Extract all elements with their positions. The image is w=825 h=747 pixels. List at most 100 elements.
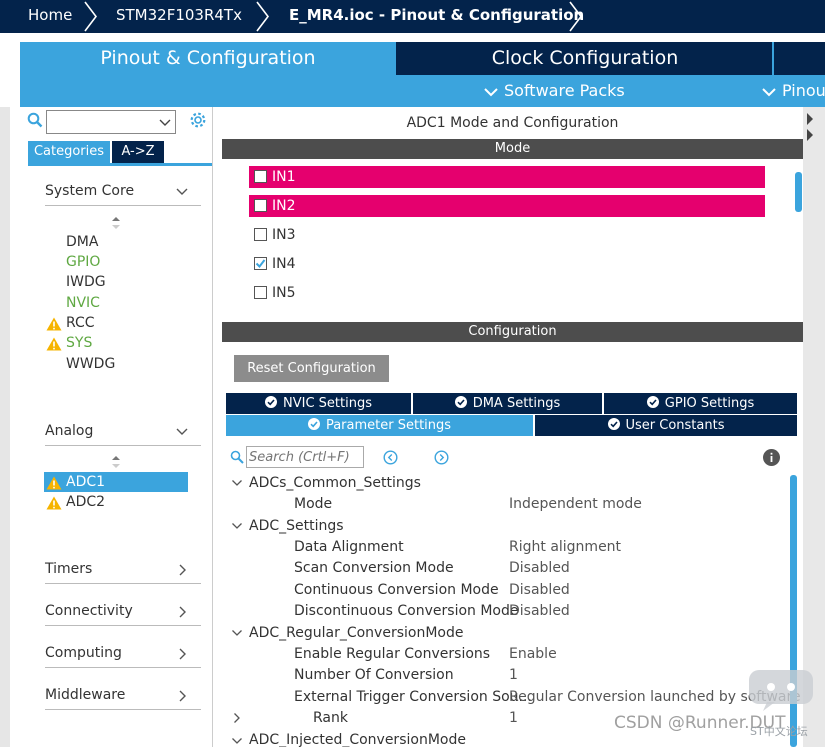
sort-arrows-icon[interactable] <box>110 455 122 469</box>
tab-pinout-configuration[interactable]: Pinout & Configuration <box>20 42 396 107</box>
group-adc-injected-conversion-mode[interactable]: ADC_Injected_ConversionMode <box>249 730 466 747</box>
configuration-header: Configuration <box>222 322 803 342</box>
breadcrumb-chevron-icon <box>252 0 272 33</box>
chevron-right-icon <box>175 688 189 702</box>
pinout-view-menu[interactable]: Pinou <box>762 75 825 107</box>
check-circle-icon <box>265 396 277 408</box>
category-search-combobox[interactable] <box>46 110 176 134</box>
tab-parameter-settings[interactable]: Parameter Settings <box>226 415 533 436</box>
param-name: Enable Regular Conversions <box>294 646 491 662</box>
sidebar-item-dma[interactable]: DMA <box>66 232 98 252</box>
previous-match-icon[interactable] <box>383 450 398 465</box>
pinout-view-label: Pinou <box>782 81 825 100</box>
tab-nvic-settings[interactable]: NVIC Settings <box>226 393 411 414</box>
reset-configuration-button[interactable]: Reset Configuration <box>234 355 389 382</box>
mode-header: Mode <box>222 139 803 159</box>
tab-user-constants[interactable]: User Constants <box>535 415 797 436</box>
breadcrumb-project[interactable]: E_MR4.ioc - Pinout & Configuration <box>289 0 584 33</box>
group-adc-settings[interactable]: ADC_Settings <box>249 516 344 536</box>
chevron-down-icon <box>175 184 189 198</box>
az-view-button[interactable]: A->Z <box>112 141 164 163</box>
param-value[interactable]: 1 <box>509 665 518 685</box>
breadcrumb-chevron-icon <box>565 0 585 33</box>
section-computing[interactable]: Computing <box>45 642 201 668</box>
gear-icon[interactable] <box>189 111 207 129</box>
section-system-core[interactable]: System Core <box>45 180 201 206</box>
sidebar-item-adc2[interactable]: ADC2 <box>66 492 105 512</box>
param-value[interactable]: Right alignment <box>509 537 621 557</box>
chevron-down-icon[interactable] <box>231 735 243 747</box>
watermark-logo <box>745 666 817 712</box>
chevron-down-icon <box>484 87 498 97</box>
param-value[interactable]: Enable <box>509 644 557 664</box>
software-packs-label: Software Packs <box>504 81 625 100</box>
check-circle-icon <box>307 418 320 430</box>
watermark-small-text: ST中文论坛 <box>750 725 808 738</box>
parameter-search-box[interactable] <box>246 446 364 468</box>
param-name: Continuous Conversion Mode <box>294 582 499 598</box>
chevron-down-icon[interactable] <box>231 477 243 489</box>
sidebar-item-wwdg[interactable]: WWDG <box>66 354 115 374</box>
section-analog[interactable]: Analog <box>45 420 201 446</box>
search-icon <box>230 450 244 464</box>
collapse-arrow-icon[interactable] <box>803 107 825 147</box>
mode-scrollbar[interactable] <box>795 172 802 212</box>
tab-label: NVIC Settings <box>283 396 372 411</box>
section-middleware[interactable]: Middleware <box>45 684 201 710</box>
param-name: Scan Conversion Mode <box>294 560 454 576</box>
channel-label: IN5 <box>272 285 296 301</box>
tab-pinout-label: Pinout & Configuration <box>100 47 316 69</box>
section-analog-label: Analog <box>45 423 94 439</box>
checkbox-checked-icon[interactable] <box>254 257 267 270</box>
tab-gpio-settings[interactable]: GPIO Settings <box>604 393 797 414</box>
tab-clock-configuration[interactable]: Clock Configuration <box>398 42 772 75</box>
view-toggle-underline <box>28 163 212 166</box>
param-name: Number Of Conversion <box>294 667 454 683</box>
mode-channel-highlight <box>249 166 765 188</box>
param-value[interactable]: Disabled <box>509 580 570 600</box>
param-value[interactable]: 1 <box>509 708 518 728</box>
software-packs-menu[interactable]: Software Packs <box>484 75 625 107</box>
group-adcs-common-settings[interactable]: ADCs_Common_Settings <box>249 473 421 493</box>
param-value[interactable]: Disabled <box>509 558 570 578</box>
breadcrumb-mcu[interactable]: STM32F103R4Tx <box>116 0 242 33</box>
group-adc-regular-conversion-mode[interactable]: ADC_Regular_ConversionMode <box>249 623 463 643</box>
tab-dma-settings[interactable]: DMA Settings <box>413 393 602 414</box>
breadcrumb-home[interactable]: Home <box>28 0 72 33</box>
channel-label: IN1 <box>272 169 296 185</box>
param-value[interactable]: Independent mode <box>509 494 642 514</box>
warning-icon <box>46 496 62 510</box>
sidebar-item-adc1[interactable]: ADC1 <box>66 472 105 492</box>
chevron-right-icon <box>175 646 189 660</box>
sort-arrows-icon[interactable] <box>110 216 122 230</box>
section-timers[interactable]: Timers <box>45 558 201 584</box>
checkbox-icon[interactable] <box>254 199 267 212</box>
warning-icon <box>46 337 62 351</box>
checkbox-icon[interactable] <box>254 228 267 241</box>
checkbox-icon[interactable] <box>254 170 267 183</box>
sidebar-item-gpio[interactable]: GPIO <box>66 252 100 272</box>
breadcrumb-chevron-icon <box>80 0 100 33</box>
chevron-down-icon[interactable] <box>231 627 243 639</box>
check-circle-icon <box>454 396 467 408</box>
chevron-down-icon[interactable] <box>231 520 243 532</box>
parameter-search-input[interactable] <box>247 447 361 467</box>
section-connectivity-label: Connectivity <box>45 603 133 619</box>
tab-label: User Constants <box>625 418 725 433</box>
sidebar-item-iwdg[interactable]: IWDG <box>66 272 106 292</box>
param-name: External Trigger Conversion Sou... <box>294 689 532 705</box>
section-timers-label: Timers <box>45 561 93 577</box>
categories-view-button[interactable]: Categories <box>28 141 110 163</box>
sidebar-item-rcc[interactable]: RCC <box>66 313 95 333</box>
next-match-icon[interactable] <box>434 450 449 465</box>
sidebar-item-sys[interactable]: SYS <box>66 333 92 353</box>
section-connectivity[interactable]: Connectivity <box>45 600 201 626</box>
checkbox-icon[interactable] <box>254 286 267 299</box>
info-icon[interactable] <box>763 449 780 466</box>
param-name: Data Alignment <box>294 539 404 555</box>
channel-label: IN2 <box>272 198 296 214</box>
param-value[interactable]: Disabled <box>509 601 570 621</box>
chevron-right-icon[interactable] <box>231 712 243 724</box>
section-middleware-label: Middleware <box>45 687 126 703</box>
sidebar-item-nvic[interactable]: NVIC <box>66 293 100 313</box>
